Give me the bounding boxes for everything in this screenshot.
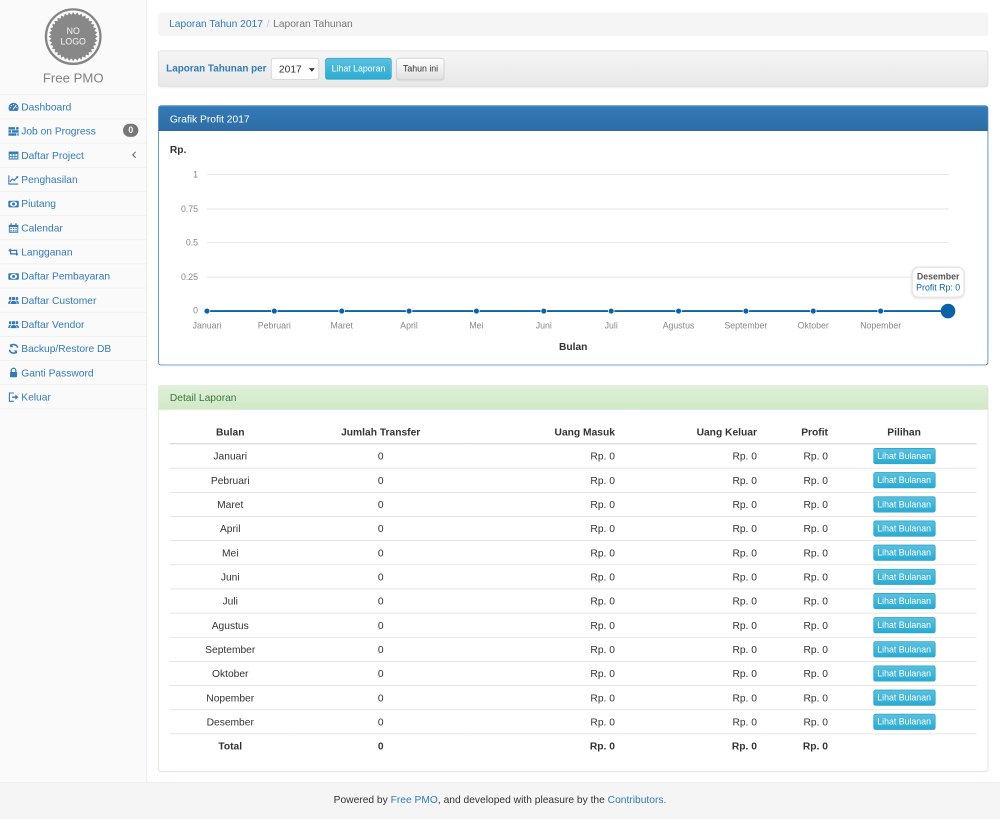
svg-text:September: September [724, 321, 767, 331]
svg-text:NO: NO [67, 26, 80, 36]
svg-text:Oktober: Oktober [798, 321, 829, 331]
svg-text:1: 1 [193, 170, 198, 180]
svg-text:0: 0 [193, 306, 198, 316]
svg-text:Maret: Maret [331, 321, 354, 331]
svg-text:Nopember: Nopember [860, 321, 901, 331]
svg-text:Pebruari: Pebruari [258, 321, 291, 331]
svg-text:Mei: Mei [469, 321, 483, 331]
svg-text:Juli: Juli [605, 321, 618, 331]
svg-text:0.75: 0.75 [181, 204, 198, 214]
svg-text:April: April [400, 321, 418, 331]
svg-text:0.5: 0.5 [186, 238, 198, 248]
svg-text:Juni: Juni [536, 321, 552, 331]
svg-text:LOGO: LOGO [61, 36, 87, 46]
svg-text:0.25: 0.25 [181, 272, 198, 282]
svg-text:Agustus: Agustus [663, 321, 695, 331]
svg-text:Januari: Januari [193, 321, 222, 331]
